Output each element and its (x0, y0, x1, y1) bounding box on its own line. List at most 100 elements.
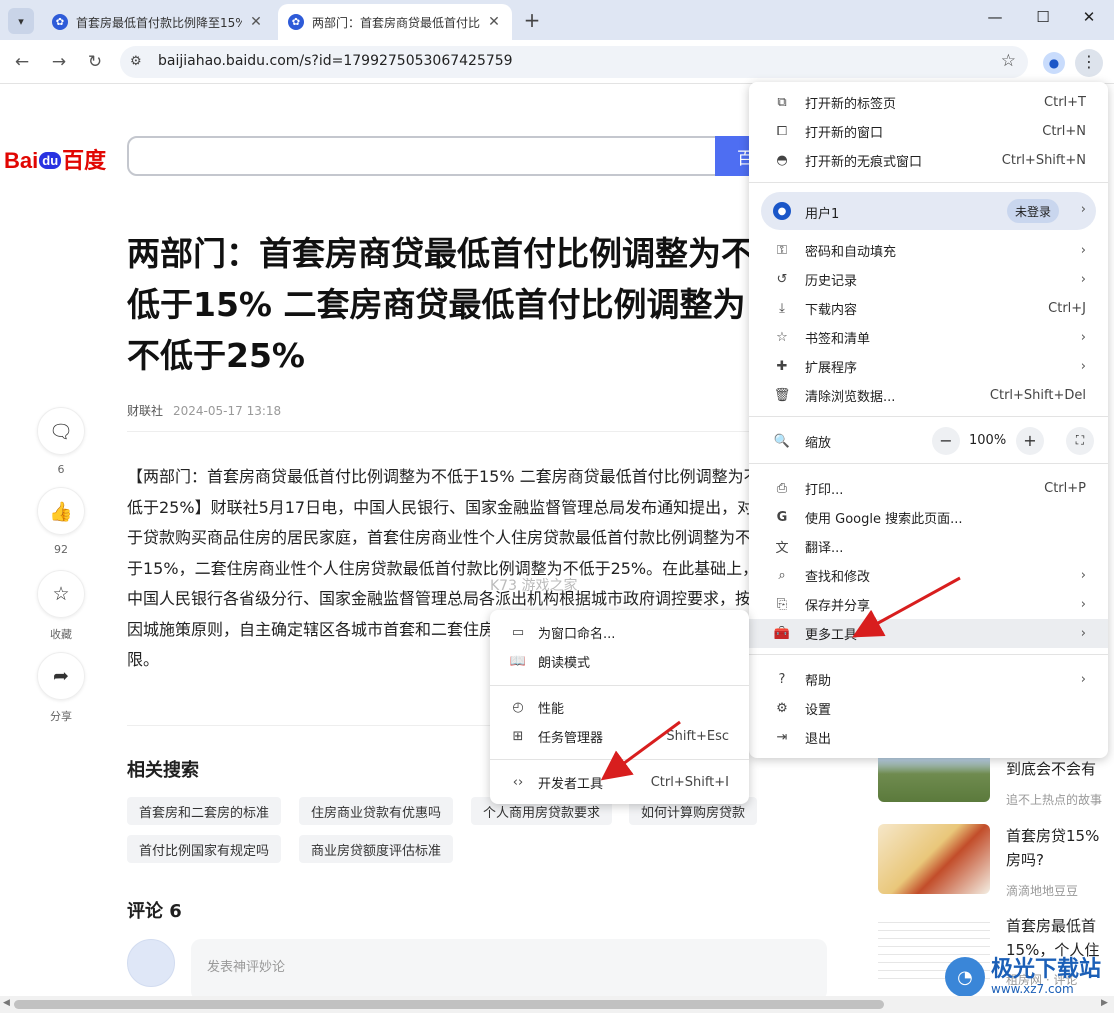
menu-item-label: 任务管理器 (538, 731, 604, 746)
like-action[interactable]: 👍 92 (37, 487, 85, 556)
new-tab-button[interactable]: + (520, 8, 544, 32)
zoom-out-button[interactable]: − (932, 427, 960, 455)
reload-button[interactable]: ↻ (83, 52, 107, 72)
fullscreen-icon[interactable]: ⛶ (1066, 427, 1094, 455)
baidu-favicon-icon: ✿ (52, 14, 68, 30)
menu-item-user[interactable]: ● 用户1 未登录 › (761, 192, 1096, 230)
favorite-action[interactable]: ☆ 收藏 (37, 570, 85, 642)
menu-item-find[interactable]: ⌕ 查找和修改 › (749, 561, 1108, 590)
submenu-item-name-window[interactable]: ▭ 为窗口命名... (490, 618, 749, 647)
feed-thumbnail[interactable] (878, 824, 990, 894)
feed-title[interactable]: 房吗? (1006, 849, 1112, 872)
menu-item-label: 保存并分享 (805, 599, 871, 614)
menu-item-new-window[interactable]: ⧠ 打开新的窗口 Ctrl+N (749, 117, 1108, 146)
menu-item-extensions[interactable]: ✚ 扩展程序 › (749, 352, 1108, 381)
tab-active[interactable]: ✿ 两部门：首套房商贷最低首付比 ✕ (278, 4, 512, 40)
related-chip[interactable]: 商业房贷额度评估标准 (299, 835, 454, 863)
devtools-icon: ‹› (512, 775, 524, 790)
watermark-url: www.xz7.com (991, 982, 1074, 996)
menu-item-exit[interactable]: ⇥ 退出 (749, 723, 1108, 752)
scrollbar-thumb[interactable] (14, 1000, 884, 1009)
tab-search-button[interactable]: ▾ (8, 8, 34, 34)
article-date: 2024-05-17 13:18 (173, 404, 282, 418)
chevron-right-icon: › (1080, 568, 1086, 583)
comments-title: 评论 6 (127, 901, 182, 922)
menu-item-incognito[interactable]: ◓ 打开新的无痕式窗口 Ctrl+Shift+N (749, 146, 1108, 175)
submenu-item-devtools[interactable]: ‹› 开发者工具 Ctrl+Shift+I (490, 768, 749, 797)
submenu-item-reading-mode[interactable]: 📖 朗读模式 (490, 647, 749, 676)
divider (127, 431, 767, 432)
site-info-icon[interactable]: ⚙ (130, 54, 142, 69)
more-tools-submenu: ▭ 为窗口命名... 📖 朗读模式 ◴ 性能 ⊞ 任务管理器 Shift+Esc… (490, 610, 749, 804)
close-window-button[interactable]: ✕ (1066, 8, 1112, 26)
menu-item-label: 翻译... (805, 541, 844, 556)
menu-item-settings[interactable]: ⚙ 设置 (749, 694, 1108, 723)
comment-input[interactable]: 发表神评妙论 (191, 939, 827, 1001)
tab-close-icon[interactable]: ✕ (248, 14, 264, 30)
feed-title[interactable]: 首套房贷15% (1006, 825, 1112, 848)
menu-item-translate[interactable]: 文 翻译... (749, 532, 1108, 561)
new-tab-icon: ⧉ (777, 95, 787, 110)
back-button[interactable]: ← (10, 52, 34, 72)
tab-strip: ▾ ✿ 首套房最低首付款比例降至15% ✕ ✿ 两部门：首套房商贷最低首付比 ✕… (0, 0, 1114, 40)
feed-title[interactable]: 到底会不会有 (1006, 758, 1112, 781)
horizontal-scrollbar[interactable]: ◀ ▶ (0, 996, 1114, 1013)
menu-item-label: 打印... (805, 483, 844, 498)
baidu-favicon-icon: ✿ (288, 14, 304, 30)
address-bar[interactable]: ⚙ baijiahao.baidu.com/s?id=1799275053067… (120, 46, 1028, 78)
menu-item-history[interactable]: ↺ 历史记录 › (749, 265, 1108, 294)
menu-item-label: 设置 (805, 703, 832, 718)
menu-item-passwords[interactable]: ⚿ 密码和自动填充 › (749, 236, 1108, 265)
scroll-right-icon[interactable]: ▶ (1101, 998, 1108, 1008)
article-headline: 两部门：首套房商贷最低首付比例调整为不低于15% 二套房商贷最低首付比例调整为不… (127, 234, 754, 375)
scroll-left-icon[interactable]: ◀ (3, 998, 10, 1008)
menu-item-label: 打开新的窗口 (805, 126, 884, 141)
menu-item-help[interactable]: ? 帮助 › (749, 665, 1108, 694)
menu-kebab-button[interactable]: ⋮ (1075, 49, 1103, 77)
chevron-right-icon: › (1080, 597, 1086, 612)
bookmark-star-icon[interactable]: ☆ (1001, 51, 1016, 71)
minimize-button[interactable]: — (972, 8, 1018, 26)
share-label: 分享 (50, 710, 72, 723)
extension-icon: ✚ (776, 359, 788, 374)
comment-action[interactable]: 🗨 6 (37, 407, 85, 476)
submenu-item-performance[interactable]: ◴ 性能 (490, 693, 749, 722)
zoom-value: 100% (969, 433, 1007, 448)
zoom-in-button[interactable]: + (1016, 427, 1044, 455)
menu-item-downloads[interactable]: ⤓ 下载内容 Ctrl+J (749, 294, 1108, 323)
related-chip[interactable]: 住房商业贷款有优惠吗 (299, 797, 454, 825)
menu-item-label: 扩展程序 (805, 361, 858, 376)
menu-item-label: 打开新的无痕式窗口 (805, 155, 923, 170)
maximize-button[interactable]: ☐ (1020, 8, 1066, 26)
menu-item-label: 退出 (805, 732, 832, 747)
menu-item-bookmarks[interactable]: ☆ 书签和清单 › (749, 323, 1108, 352)
menu-item-new-tab[interactable]: ⧉ 打开新的标签页 Ctrl+T (749, 88, 1108, 117)
baidu-logo[interactable]: Bai du 百度 (4, 143, 106, 175)
menu-item-print[interactable]: ⎙ 打印... Ctrl+P (749, 474, 1108, 503)
watermark-logo-icon: ◔ (945, 957, 985, 997)
menu-item-google-search[interactable]: G 使用 Google 搜索此页面... (749, 503, 1108, 532)
menu-separator (490, 759, 749, 760)
menu-item-clear-data[interactable]: 🗑 清除浏览数据... Ctrl+Shift+Del (749, 381, 1108, 410)
menu-separator (749, 182, 1108, 183)
tab-close-icon[interactable]: ✕ (486, 14, 502, 30)
share-action[interactable]: ➦ 分享 (37, 652, 85, 724)
submenu-item-task-manager[interactable]: ⊞ 任务管理器 Shift+Esc (490, 722, 749, 751)
feed-title[interactable]: 首套房最低首 (1006, 915, 1112, 938)
menu-item-save-share[interactable]: ⎘ 保存并分享 › (749, 590, 1108, 619)
menu-shortcut: Ctrl+Shift+Del (989, 388, 1086, 403)
forward-button[interactable]: → (47, 52, 71, 72)
baidu-search-input[interactable] (127, 136, 727, 176)
center-watermark: K73 游戏之家 (490, 578, 578, 594)
tab-inactive[interactable]: ✿ 首套房最低首付款比例降至15% ✕ (42, 4, 274, 40)
toolbox-icon: 🧰 (773, 626, 791, 641)
profile-avatar-icon[interactable]: ● (1043, 52, 1065, 74)
comment-icon: 🗨 (37, 407, 85, 455)
menu-item-label: 朗读模式 (538, 656, 591, 671)
related-chip[interactable]: 首付比例国家有规定吗 (127, 835, 282, 863)
related-chip[interactable]: 首套房和二套房的标准 (127, 797, 282, 825)
menu-item-label: 历史记录 (805, 274, 858, 289)
article-source[interactable]: 财联社 (127, 404, 163, 418)
url-text: baijiahao.baidu.com/s?id=179927505306742… (158, 53, 513, 69)
menu-item-more-tools[interactable]: 🧰 更多工具 › (749, 619, 1108, 648)
